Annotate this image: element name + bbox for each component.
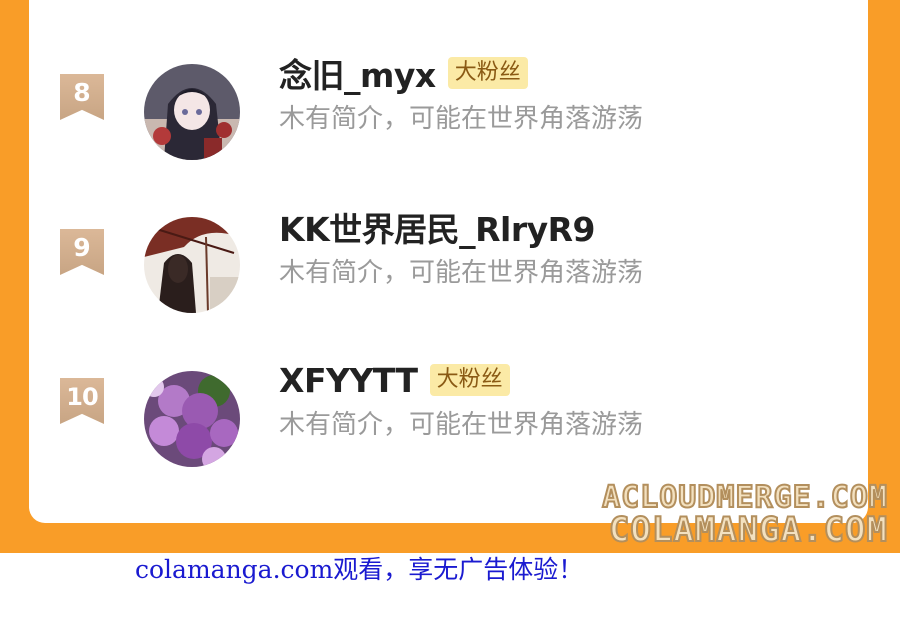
user-avatar[interactable] xyxy=(144,64,240,160)
user-avatar[interactable] xyxy=(144,371,240,467)
user-bio: 木有简介，可能在世界角落游荡 xyxy=(279,410,644,440)
ranking-row-9[interactable]: 9 KK世界居民_RlryR9 木有简介，可能在世界角落游荡 xyxy=(29,210,868,325)
user-bio: 木有简介，可能在世界角落游荡 xyxy=(279,258,644,288)
user-name-line: XFYYTT 大粉丝 xyxy=(279,358,510,402)
big-fan-badge: 大粉丝 xyxy=(447,57,528,89)
rank-badge: 9 xyxy=(60,229,104,275)
watermark-line-2: COLAMANGA.COM xyxy=(608,509,888,551)
footer-promo-link[interactable]: colamanga.com观看，享无广告体验！ xyxy=(135,550,583,586)
user-name[interactable]: KK世界居民_RlryR9 xyxy=(279,203,596,251)
user-avatar[interactable] xyxy=(144,217,240,313)
user-name-line: KK世界居民_RlryR9 xyxy=(279,203,596,251)
big-fan-badge: 大粉丝 xyxy=(429,364,510,396)
user-name-line: 念旧_myx 大粉丝 xyxy=(279,51,528,95)
orange-frame: 8 念旧_myx 大粉丝 木有简介，可能在世界角落游荡 9 KK世界居民_Rlr… xyxy=(0,0,900,553)
user-name[interactable]: 念旧_myx xyxy=(279,49,436,97)
rank-badge: 8 xyxy=(60,74,104,120)
ranking-card: 8 念旧_myx 大粉丝 木有简介，可能在世界角落游荡 9 KK世界居民_Rlr… xyxy=(29,0,868,523)
user-name[interactable]: XFYYTT xyxy=(279,361,418,400)
ranking-row-8[interactable]: 8 念旧_myx 大粉丝 木有简介，可能在世界角落游荡 xyxy=(29,56,868,170)
user-bio: 木有简介，可能在世界角落游荡 xyxy=(279,104,644,134)
rank-badge: 10 xyxy=(60,378,104,424)
ranking-row-10[interactable]: 10 XFYYTT 大粉丝 木有简介，可能在世界角落游荡 xyxy=(29,361,868,478)
